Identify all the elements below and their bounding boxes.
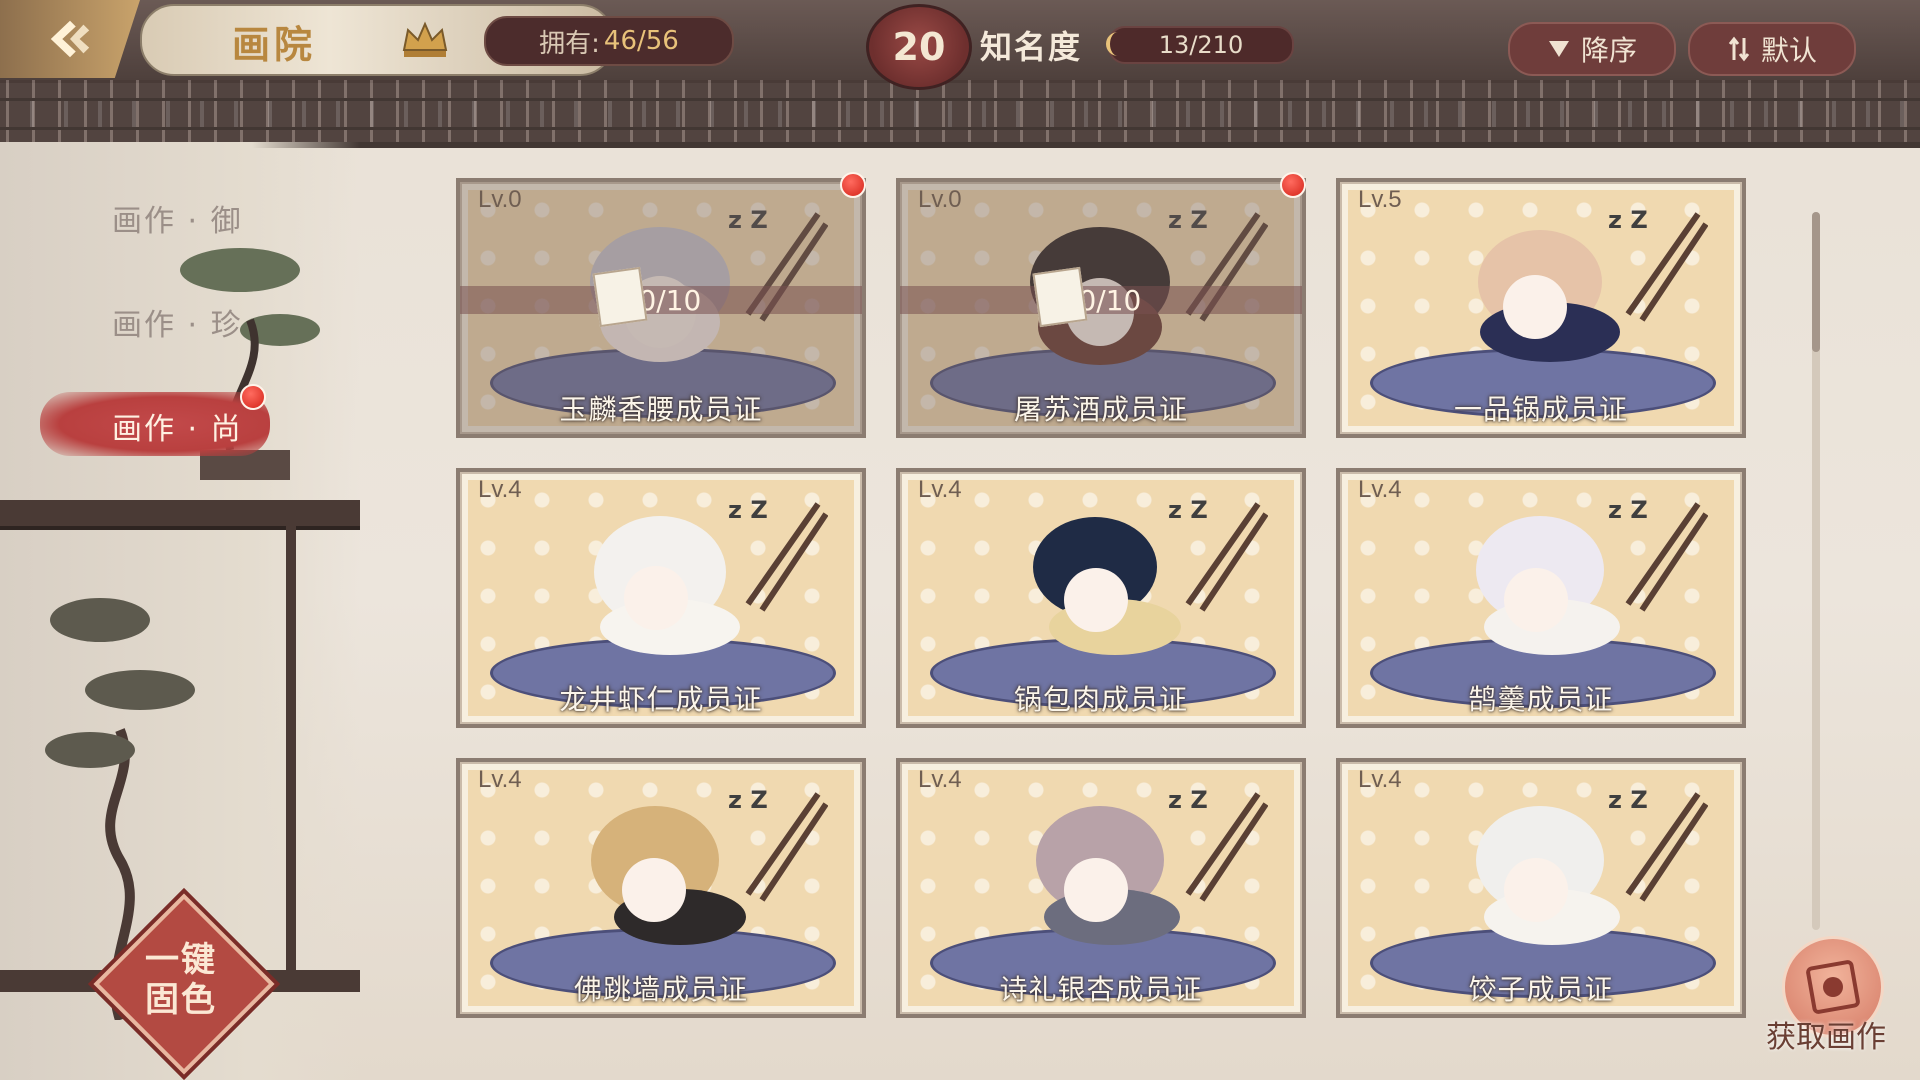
card-name: 龙井虾仁成员证 [559,683,763,716]
grid-scroll-thumb[interactable] [1812,212,1820,352]
card-level: Lv.4 [918,766,962,793]
card-name: 玉麟香腰成员证 [559,393,763,426]
collection-card[interactable]: z Z Lv.4 佛跳墙成员证 [456,758,866,1018]
owned-count: 拥有: 46/56 [484,16,734,66]
card-notification-dot [1280,172,1306,198]
card-level: Lv.4 [478,476,522,503]
sidebar-item-yu[interactable]: 画作 · 御 [112,196,243,240]
window-lattice-decoration [0,80,1920,148]
collection-card[interactable]: z Z 10/10 Lv.0 玉麟香腰成员证 [456,178,866,438]
collection-card[interactable]: z Z Lv.4 锅包肉成员证 [896,468,1306,728]
beam-decoration [0,500,360,530]
get-painting-label: 获取画作 [1766,1020,1886,1055]
fragment-thumbnail [1032,266,1088,328]
fragment-thumbnail [592,266,648,328]
collection-card[interactable]: z Z Lv.4 龙井虾仁成员证 [456,468,866,728]
collection-card[interactable]: z Z Lv.4 鹄羹成员证 [1336,468,1746,728]
sleep-zz: z Z [1608,206,1648,234]
sleep-zz: z Z [1168,786,1208,814]
owned-label: 拥有: [539,28,600,59]
fame-level-badge: 20 [866,4,972,90]
sort-default-button[interactable]: 默认 [1688,22,1856,76]
card-level: Lv.4 [1358,766,1402,793]
card-level: Lv.4 [478,766,522,793]
back-arrow-icon [50,20,90,58]
collection-card[interactable]: z Z Lv.4 饺子成员证 [1336,758,1746,1018]
pillar-decoration [286,520,296,980]
card-level: Lv.0 [478,186,522,213]
collection-grid: z Z 10/10 Lv.0 玉麟香腰成员证 z Z 10/10 Lv.0 屠苏… [420,160,1820,1060]
swap-arrows-icon [1728,36,1750,62]
half-moon-icon [1106,32,1118,56]
fame-progress-bar: 13/210 [1108,26,1294,64]
fame-label: 知名度 [980,28,1083,66]
character-illustration [594,516,740,655]
collection-card[interactable]: z Z 10/10 Lv.0 屠苏酒成员证 [896,178,1306,438]
fragment-progress-bar: 10/10 [460,284,862,317]
character-illustration [1476,806,1620,945]
one-key-fix-color-label: 一键 固色 [126,940,236,1020]
one-key-line-2: 固色 [145,980,217,1020]
card-name: 屠苏酒成员证 [1013,393,1188,426]
sort-descending-label: 降序 [1580,34,1637,67]
owned-value: 46/56 [603,26,679,56]
sleep-zz: z Z [728,786,768,814]
one-key-line-1: 一键 [145,940,217,980]
fragment-progress-bar: 10/10 [900,284,1302,317]
sleep-zz: z Z [728,496,768,524]
sleep-zz: z Z [1608,786,1648,814]
card-name: 鹄羹成员证 [1468,683,1614,716]
bonsai-illustration [180,248,320,480]
character-illustration [1036,806,1180,945]
sort-default-label: 默认 [1760,34,1817,67]
card-level: Lv.4 [1358,476,1402,503]
sidebar-item-zhen[interactable]: 画作 · 珍 [112,300,243,344]
fame-progress: 13/210 [1158,31,1244,59]
character-illustration [1476,516,1620,655]
character-illustration [1478,230,1620,362]
fame-level: 20 [892,25,946,69]
sleep-zz: z Z [1168,496,1208,524]
card-name: 饺子成员证 [1468,973,1614,1006]
sort-descending-button[interactable]: 降序 [1508,22,1676,76]
triangle-down-icon [1548,41,1569,57]
notification-dot [240,384,266,410]
card-name: 一品锅成员证 [1453,393,1628,426]
card-name: 佛跳墙成员证 [573,973,748,1006]
card-name: 诗礼银杏成员证 [999,973,1203,1006]
collection-card[interactable]: z Z Lv.4 诗礼银杏成员证 [896,758,1306,1018]
crown-icon [402,21,448,57]
character-illustration [1033,517,1181,655]
sleep-zz: z Z [1608,496,1648,524]
card-name: 锅包肉成员证 [1013,683,1188,716]
page-title: 画院 [232,23,317,67]
character-illustration [591,806,746,945]
card-notification-dot [840,172,866,198]
card-level: Lv.0 [918,186,962,213]
card-level: Lv.4 [918,476,962,503]
card-level: Lv.5 [1358,186,1402,213]
sidebar-item-shang[interactable]: 画作 · 尚 [112,404,243,448]
collection-card[interactable]: z Z Lv.5 一品锅成员证 [1336,178,1746,438]
